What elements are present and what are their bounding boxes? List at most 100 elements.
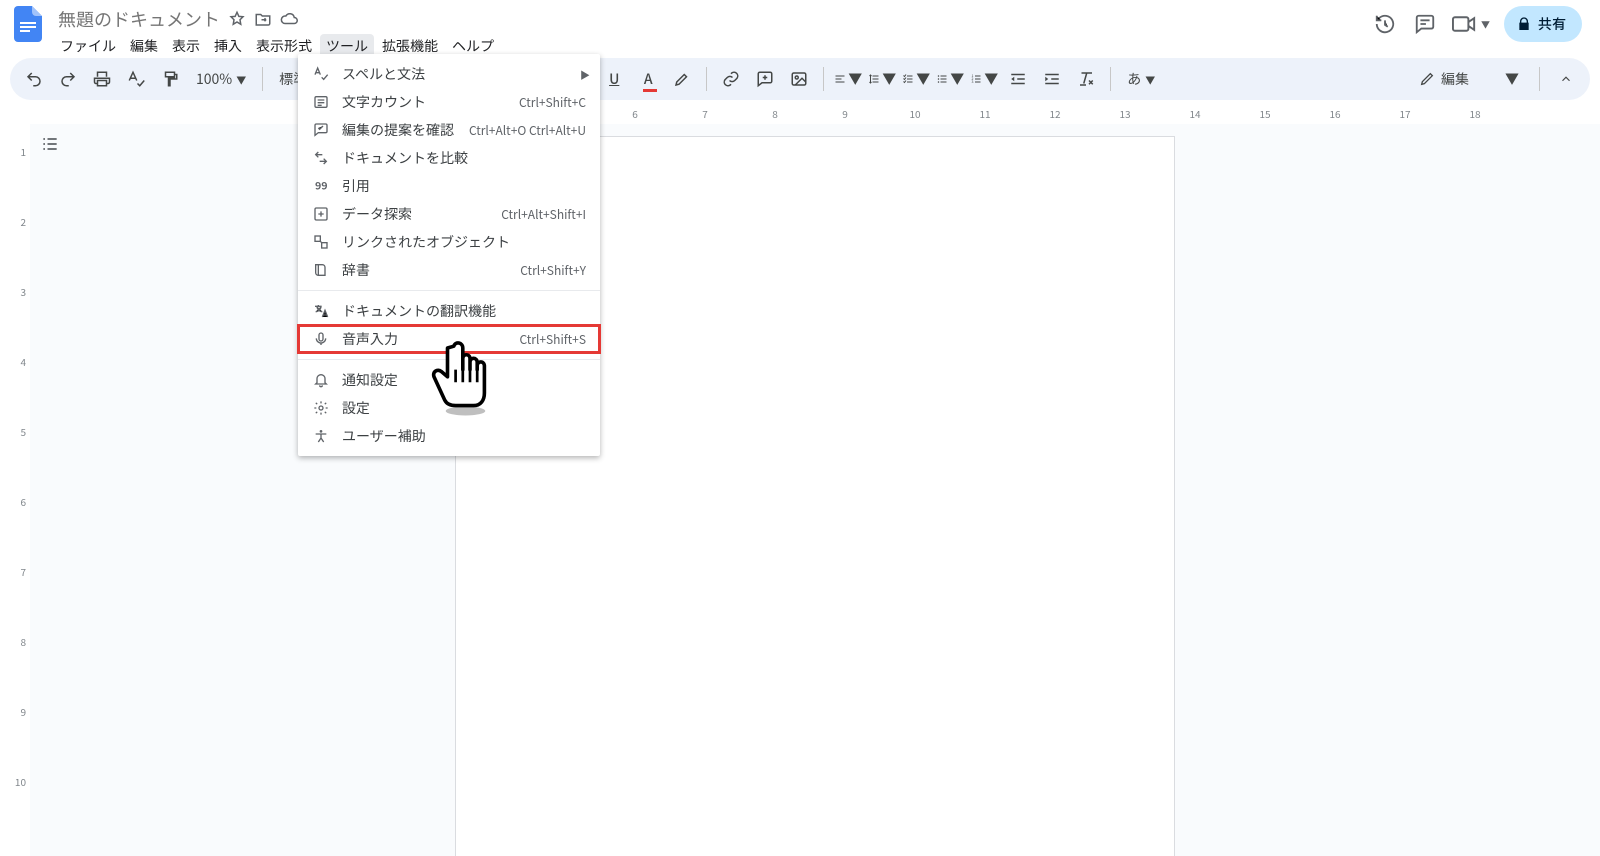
menuitem-settings[interactable]: 設定: [298, 394, 600, 422]
menuitem-label: 編集の提案を確認: [342, 120, 457, 140]
ruler-h-mark: 11: [950, 106, 1020, 121]
menuitem-a11y[interactable]: ユーザー補助: [298, 422, 600, 450]
menuitem-label: 引用: [342, 176, 586, 196]
paint-format-button[interactable]: [156, 65, 184, 93]
ruler-h-mark: 10: [880, 106, 950, 121]
explore-icon: [312, 206, 330, 222]
pencil-icon: [1419, 71, 1435, 87]
settings-icon: [312, 400, 330, 416]
toolbar-wrap: 100%▼ 標準テキ U A ▼ ▼ ▼ ▼ 123▼ あ▼ 編集 ▼: [0, 52, 1600, 106]
menuitem-label: 音声入力: [342, 329, 508, 349]
menuitem-word-count[interactable]: 文字カウントCtrl+Shift+C: [298, 88, 600, 116]
zoom-value: 100%: [196, 69, 232, 89]
zoom-dropdown[interactable]: 100%▼: [190, 65, 252, 93]
docs-logo-icon[interactable]: [10, 6, 46, 42]
edit-mode-button[interactable]: 編集 ▼: [1411, 64, 1527, 94]
menuitem-compare[interactable]: ドキュメントを比較: [298, 144, 600, 172]
spellcheck-icon: [312, 66, 330, 82]
increase-indent-button[interactable]: [1038, 65, 1066, 93]
linked-obj-icon: [312, 234, 330, 250]
menu-ファイル[interactable]: ファイル: [54, 34, 122, 58]
ruler-h-mark: 7: [670, 106, 740, 121]
underline-button[interactable]: U: [600, 65, 628, 93]
print-button[interactable]: [88, 65, 116, 93]
menu-挿入[interactable]: 挿入: [208, 34, 248, 58]
menuitem-dictionary[interactable]: 辞書 Ctrl+Shift+Y: [298, 256, 600, 284]
menu-表示[interactable]: 表示: [166, 34, 206, 58]
ruler-h-mark: 15: [1230, 106, 1300, 121]
vertical-ruler: 12345678910: [0, 124, 30, 856]
menuitem-label: データ探索: [342, 204, 489, 224]
workspace: 12345678910: [0, 124, 1600, 856]
comment-icon[interactable]: [1412, 11, 1438, 37]
page-area: [30, 124, 1600, 856]
menuitem-label: 通知設定: [342, 370, 586, 390]
ruler-h-mark: 9: [810, 106, 880, 121]
cloud-status-icon[interactable]: [276, 6, 302, 32]
ruler-v-mark: 7: [20, 564, 26, 579]
menuitem-spellcheck[interactable]: スペルと文法▶: [298, 60, 600, 88]
history-icon[interactable]: [1372, 11, 1398, 37]
decrease-indent-button[interactable]: [1004, 65, 1032, 93]
ruler-v-mark: 1: [20, 144, 26, 159]
dictionary-icon: [312, 262, 330, 278]
menuitem-bell[interactable]: 通知設定: [298, 366, 600, 394]
outline-toggle-button[interactable]: [36, 130, 64, 158]
highlight-button[interactable]: [668, 65, 696, 93]
horizontal-ruler: 3456789101112131415161718: [30, 106, 1600, 124]
menu-編集[interactable]: 編集: [124, 34, 164, 58]
star-icon[interactable]: [224, 6, 250, 32]
voice-icon: [312, 331, 330, 347]
menuitem-suggest-review[interactable]: 編集の提案を確認 Ctrl+Alt+O Ctrl+Alt+U: [298, 116, 600, 144]
bell-icon: [312, 372, 330, 388]
menuitem-voice[interactable]: 音声入力 Ctrl+Shift+S: [298, 325, 600, 353]
line-spacing-button[interactable]: ▼: [868, 65, 896, 93]
ime-dropdown[interactable]: あ▼: [1121, 65, 1161, 93]
doc-title[interactable]: 無題のドキュメント: [54, 6, 224, 32]
link-button[interactable]: [717, 65, 745, 93]
undo-button[interactable]: [20, 65, 48, 93]
add-comment-button[interactable]: [751, 65, 779, 93]
insert-image-button[interactable]: [785, 65, 813, 93]
ime-value: あ: [1127, 69, 1141, 89]
ruler-v-mark: 8: [20, 634, 26, 649]
ruler-h-mark: 8: [740, 106, 810, 121]
share-label: 共有: [1538, 14, 1566, 34]
menuitem-citation[interactable]: 99 引用: [298, 172, 600, 200]
citation-icon: 99: [312, 178, 330, 194]
ruler-h-mark: 12: [1020, 106, 1090, 121]
align-button[interactable]: ▼: [834, 65, 862, 93]
move-folder-icon[interactable]: [250, 6, 276, 32]
compare-icon: [312, 150, 330, 166]
menuitem-label: ユーザー補助: [342, 426, 586, 446]
numbered-list-button[interactable]: 123▼: [970, 65, 998, 93]
menuitem-explore[interactable]: データ探索 Ctrl+Alt+Shift+I: [298, 200, 600, 228]
title-area: 無題のドキュメント ファイル編集表示挿入表示形式ツール拡張機能ヘルプ: [54, 6, 500, 58]
checklist-button[interactable]: ▼: [902, 65, 930, 93]
menuitem-shortcut: Ctrl+Shift+Y: [520, 262, 586, 279]
menuitem-shortcut: Ctrl+Alt+Shift+I: [501, 206, 586, 223]
bulleted-list-button[interactable]: ▼: [936, 65, 964, 93]
ruler-h-mark: 16: [1300, 106, 1370, 121]
clear-format-button[interactable]: [1072, 65, 1100, 93]
redo-button[interactable]: [54, 65, 82, 93]
menuitem-translate[interactable]: ドキュメントの翻訳機能: [298, 297, 600, 325]
lock-icon: [1516, 16, 1532, 32]
share-button[interactable]: 共有: [1504, 6, 1582, 42]
collapse-toolbar-button[interactable]: [1552, 65, 1580, 93]
spellcheck-button[interactable]: [122, 65, 150, 93]
menuitem-label: 設定: [342, 398, 586, 418]
ruler-h-mark: 18: [1440, 106, 1510, 121]
menuitem-label: 辞書: [342, 260, 508, 280]
menuitem-shortcut: Ctrl+Shift+S: [520, 331, 586, 348]
menuitem-label: 文字カウント: [342, 92, 507, 112]
header-right: ▼ 共有: [1372, 6, 1590, 42]
menuitem-linked-obj[interactable]: リンクされたオブジェクト: [298, 228, 600, 256]
ruler-h-mark: 6: [600, 106, 670, 121]
ruler-v-mark: 5: [20, 424, 26, 439]
text-color-button[interactable]: A: [634, 65, 662, 93]
svg-text:99: 99: [315, 178, 328, 193]
menuitem-shortcut: Ctrl+Alt+O Ctrl+Alt+U: [469, 122, 586, 139]
ruler-v-mark: 10: [15, 774, 26, 789]
meet-icon[interactable]: ▼: [1452, 11, 1490, 37]
